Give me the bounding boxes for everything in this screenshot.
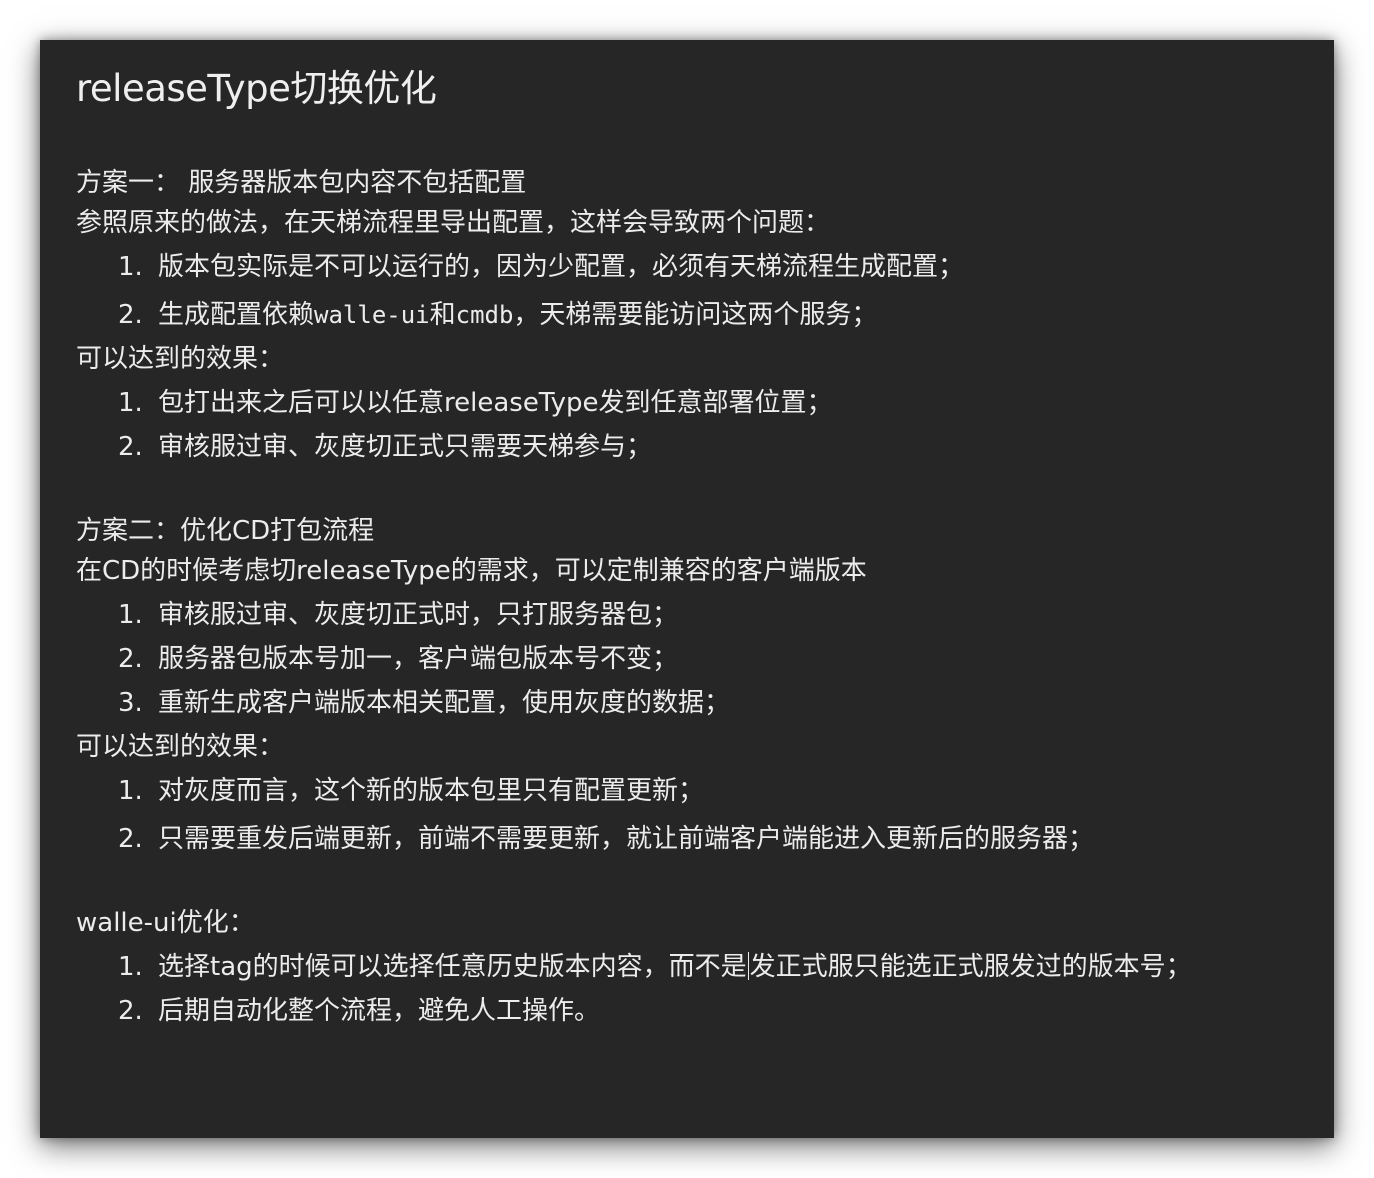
walle-heading: walle-ui优化： (76, 908, 255, 938)
plan1-problem-1: 1. 版本包实际是不可以运行的，因为少配置，必须有天梯流程生成配置； (118, 249, 964, 285)
code-walle-ui: walle-ui (314, 301, 430, 329)
list-text-pre: 选择tag的时候可以选择任意历史版本内容，而不是 (158, 952, 747, 982)
list-text: 对灰度而言，这个新的版本包里只有配置更新； (158, 776, 705, 806)
plan2-effect-label: 可以达到的效果： (76, 732, 285, 762)
list-number: 1. (118, 776, 143, 806)
list-text-post: ，天梯需要能访问这两个服务； (513, 300, 878, 330)
list-text-mid: 和 (429, 300, 456, 330)
plan1-effect-1: 1. 包打出来之后可以以任意releaseType发到任意部署位置； (118, 385, 833, 421)
plan1-problem-2: 2. 生成配置依赖walle-ui和cmdb，天梯需要能访问这两个服务； (118, 297, 877, 333)
walle-item-2: 2. 后期自动化整个流程，避免人工操作。 (118, 993, 600, 1029)
list-number: 2. (118, 644, 143, 674)
list-text: 服务器包版本号加一，客户端包版本号不变； (158, 644, 679, 674)
text-cursor (747, 952, 749, 980)
plan2-intro: 在CD的时候考虑切releaseType的需求，可以定制兼容的客户端版本 (76, 556, 867, 586)
list-text-post: 发正式服只能选正式服发过的版本号； (749, 952, 1192, 982)
plan1-heading: 方案一： 服务器版本包内容不包括配置 (76, 168, 527, 198)
plan2-step-2: 2. 服务器包版本号加一，客户端包版本号不变； (118, 641, 678, 677)
list-number: 3. (118, 688, 143, 718)
list-text: 后期自动化整个流程，避免人工操作。 (158, 996, 601, 1026)
plan2-effect-1: 1. 对灰度而言，这个新的版本包里只有配置更新； (118, 773, 704, 809)
list-number: 2. (118, 824, 143, 854)
list-number: 1. (118, 600, 143, 630)
list-text: 包打出来之后可以以任意releaseType发到任意部署位置； (158, 388, 833, 418)
plan2-heading: 方案二：优化CD打包流程 (76, 516, 375, 546)
plan1-effect-2: 2. 审核服过审、灰度切正式只需要天梯参与； (118, 429, 652, 465)
note-title: releaseType切换优化 (76, 67, 437, 110)
list-text-pre: 生成配置依赖 (158, 300, 315, 330)
list-number: 2. (118, 432, 143, 462)
list-text: 重新生成客户端版本相关配置，使用灰度的数据； (158, 688, 731, 718)
plan2-step-3: 3. 重新生成客户端版本相关配置，使用灰度的数据； (118, 685, 730, 721)
list-text: 审核服过审、灰度切正式只需要天梯参与； (158, 432, 653, 462)
list-number: 1. (118, 388, 143, 418)
plan2-effect-2: 2. 只需要重发后端更新，前端不需要更新，就让前端客户端能进入更新后的服务器； (118, 821, 1094, 857)
plan1-intro: 参照原来的做法，在天梯流程里导出配置，这样会导致两个问题： (76, 208, 831, 238)
list-text: 审核服过审、灰度切正式时，只打服务器包； (158, 600, 679, 630)
list-text: 只需要重发后端更新，前端不需要更新，就让前端客户端能进入更新后的服务器； (158, 824, 1095, 854)
list-text: 版本包实际是不可以运行的，因为少配置，必须有天梯流程生成配置； (158, 252, 965, 282)
list-number: 1. (118, 252, 143, 282)
note-window: releaseType切换优化 方案一： 服务器版本包内容不包括配置 参照原来的… (40, 40, 1334, 1138)
walle-item-1[interactable]: 1. 选择tag的时候可以选择任意历史版本内容，而不是 发正式服只能选正式服发过的版… (118, 949, 1192, 985)
list-number: 1. (118, 952, 143, 982)
list-number: 2. (118, 300, 143, 330)
plan1-effect-label: 可以达到的效果： (76, 344, 285, 374)
list-number: 2. (118, 996, 143, 1026)
code-cmdb: cmdb (455, 301, 514, 329)
plan2-step-1: 1. 审核服过审、灰度切正式时，只打服务器包； (118, 597, 678, 633)
